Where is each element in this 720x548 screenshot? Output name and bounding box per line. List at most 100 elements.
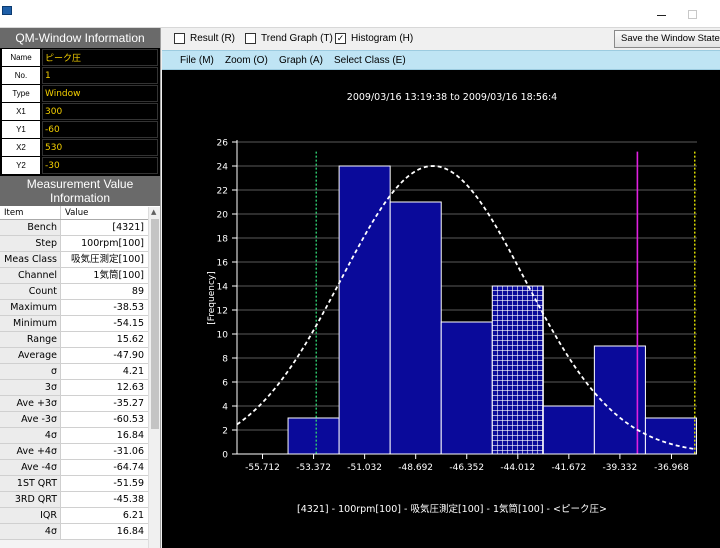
histogram-checkbox-box[interactable]: ✓ [335, 33, 346, 44]
y-tick-label: 16 [217, 259, 229, 269]
measurement-item: Maximum [0, 300, 61, 315]
table-row[interactable]: Meas Class 吸気圧測定[100] [0, 252, 148, 268]
menu-bar: File (M) Zoom (O) Graph (A) Select Class… [162, 50, 720, 70]
histogram-bar [644, 417, 697, 455]
measurement-item: 4σ [0, 428, 61, 443]
y-tick-label: 20 [217, 211, 229, 221]
measurement-value: -60.53 [113, 414, 144, 425]
y-tick-label: 22 [217, 187, 228, 197]
qm-key: X2 [2, 139, 40, 156]
x-tick-label: -48.692 [398, 463, 433, 473]
x-tick-label: -41.672 [551, 463, 586, 473]
measurement-value: 89 [131, 286, 144, 297]
measurement-item: Count [0, 284, 61, 299]
table-row[interactable]: 4σ 16.84 [0, 524, 148, 540]
maximize-icon[interactable] [688, 10, 697, 19]
trend-graph-checkbox[interactable]: Trend Graph (T) [245, 33, 333, 44]
table-row[interactable]: Average -47.90 [0, 348, 148, 364]
menu-zoom[interactable]: Zoom (O) [225, 55, 268, 66]
measurement-item: Meas Class [0, 252, 61, 267]
measurement-value: 吸気圧測定[100] [70, 254, 144, 265]
measurement-value: -31.06 [113, 446, 144, 457]
table-row[interactable]: σ 4.21 [0, 364, 148, 380]
table-row[interactable]: Channel 1気筒[100] [0, 268, 148, 284]
qm-window-table: Name ピーク圧 No. 1 Type Window X1 300 Y1 -60 X2 530 Y2-… [0, 48, 160, 176]
table-row[interactable]: Ave +3σ -35.27 [0, 396, 148, 412]
y-axis-label: [Frequency] [207, 271, 217, 325]
table-row[interactable]: Minimum -54.15 [0, 316, 148, 332]
qm-row: X1 300 [2, 103, 158, 120]
table-row[interactable]: 4σ 16.84 [0, 428, 148, 444]
menu-file[interactable]: File (M) [180, 55, 214, 66]
qm-value: -30 [42, 157, 158, 174]
measurement-value: 16.84 [116, 430, 144, 441]
measurement-item: Ave +4σ [0, 444, 61, 459]
measurement-item: 3σ [0, 380, 61, 395]
measurement-item: Step [0, 236, 61, 251]
app-icon [2, 6, 12, 15]
column-value[interactable]: Value [61, 206, 88, 219]
qm-row: Y1 -60 [2, 121, 158, 138]
scroll-up-icon[interactable]: ▲ [151, 208, 156, 216]
y-tick-label: 2 [222, 427, 228, 437]
view-toolbar: Result (R) Trend Graph (T) ✓ Histogram (… [162, 28, 720, 50]
trend-graph-checkbox-box[interactable] [245, 33, 256, 44]
table-row[interactable]: 1ST QRT -51.59 [0, 476, 148, 492]
measurement-value: [4321] [112, 222, 144, 233]
menu-select-class[interactable]: Select Class (E) [334, 55, 406, 66]
result-checkbox-box[interactable] [174, 33, 185, 44]
y-tick-label: 14 [217, 283, 229, 293]
measurement-value: -47.90 [113, 350, 144, 361]
histogram-bar [287, 417, 340, 455]
table-row[interactable]: Ave -3σ -60.53 [0, 412, 148, 428]
menu-graph[interactable]: Graph (A) [279, 55, 323, 66]
table-row[interactable]: 3σ 12.63 [0, 380, 148, 396]
measurement-value: 6.21 [122, 510, 144, 521]
table-row[interactable]: Step 100rpm[100] [0, 236, 148, 252]
measurement-item: Ave -4σ [0, 460, 61, 475]
table-row[interactable]: IQR 6.21 [0, 508, 148, 524]
table-row[interactable]: Bench [4321] [0, 220, 148, 236]
qm-value: 530 [42, 139, 158, 156]
y-tick-label: 0 [222, 451, 228, 461]
measurement-item: Bench [0, 220, 61, 235]
qm-key: Type [2, 85, 40, 102]
measurement-value: 15.62 [116, 334, 144, 345]
result-checkbox[interactable]: Result (R) [174, 33, 235, 44]
histogram-checkbox[interactable]: ✓ Histogram (H) [335, 33, 413, 44]
measurement-list: Bench [4321] Step 100rpm[100] Meas Class 吸気圧測… [0, 220, 148, 540]
measurement-value: -35.27 [113, 398, 144, 409]
qm-key: Y2 [2, 157, 40, 174]
measurement-value: -64.74 [113, 462, 144, 473]
measurement-item: Channel [0, 268, 61, 283]
y-tick-label: 6 [222, 379, 228, 389]
qm-window-header: QM-Window Information [0, 28, 160, 48]
measurement-scrollbar[interactable]: ▲ [148, 207, 160, 548]
x-tick-label: -39.332 [603, 463, 638, 473]
histogram-bar [389, 201, 442, 455]
table-row[interactable]: Ave +4σ -31.06 [0, 444, 148, 460]
qm-key: No. [2, 67, 40, 84]
save-window-state-button[interactable]: Save the Window State ( [614, 30, 720, 48]
measurement-item: 1ST QRT [0, 476, 61, 491]
y-tick-label: 26 [217, 139, 229, 149]
x-tick-label: -53.372 [296, 463, 331, 473]
scroll-thumb[interactable] [151, 219, 159, 429]
table-row[interactable]: Range 15.62 [0, 332, 148, 348]
measurement-item: Ave +3σ [0, 396, 61, 411]
qm-value: -60 [42, 121, 158, 138]
y-tick-label: 24 [217, 163, 229, 173]
qm-value: 1 [42, 67, 158, 84]
table-row[interactable]: Ave -4σ -64.74 [0, 460, 148, 476]
table-row[interactable]: 3RD QRT -45.38 [0, 492, 148, 508]
x-tick-label: -55.712 [245, 463, 280, 473]
histogram-chart: 02468101214161820222426-55.712 -53.372 -51… [207, 92, 698, 515]
table-row[interactable]: Maximum -38.53 [0, 300, 148, 316]
result-label: Result (R) [190, 33, 236, 44]
column-item[interactable]: Item [0, 206, 61, 219]
qm-row: Y2 -30 [2, 157, 158, 174]
table-row[interactable]: Count 89 [0, 284, 148, 300]
minimize-icon[interactable] [655, 6, 669, 20]
y-tick-label: 18 [217, 235, 229, 245]
chart-title: 2009/03/16 13:19:38 to 2009/03/16 18:56:… [347, 92, 557, 103]
